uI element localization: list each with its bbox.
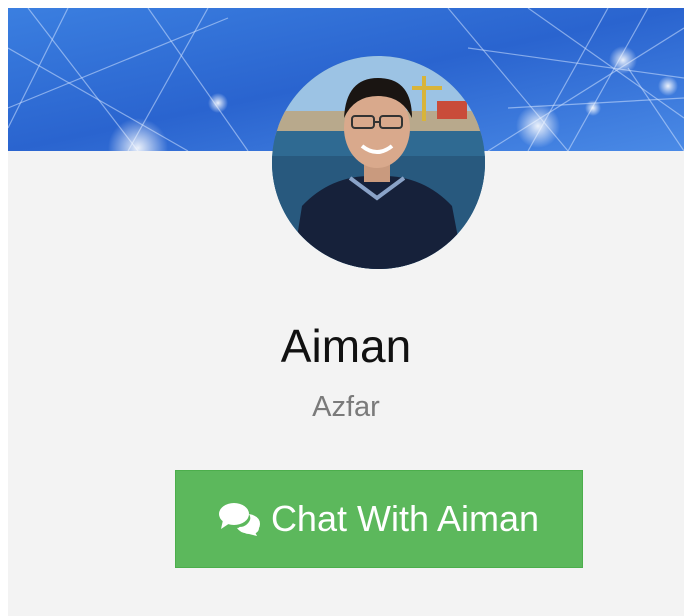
profile-first-name: Aiman (280, 320, 412, 372)
comments-icon (218, 502, 261, 536)
profile-card: Aiman Azfar Chat With Aiman (8, 8, 684, 616)
profile-avatar (272, 56, 485, 269)
profile-last-name: Azfar (312, 391, 380, 423)
chat-button-label: Chat With Aiman (270, 498, 540, 539)
chat-button[interactable]: Chat With Aiman (175, 470, 583, 568)
